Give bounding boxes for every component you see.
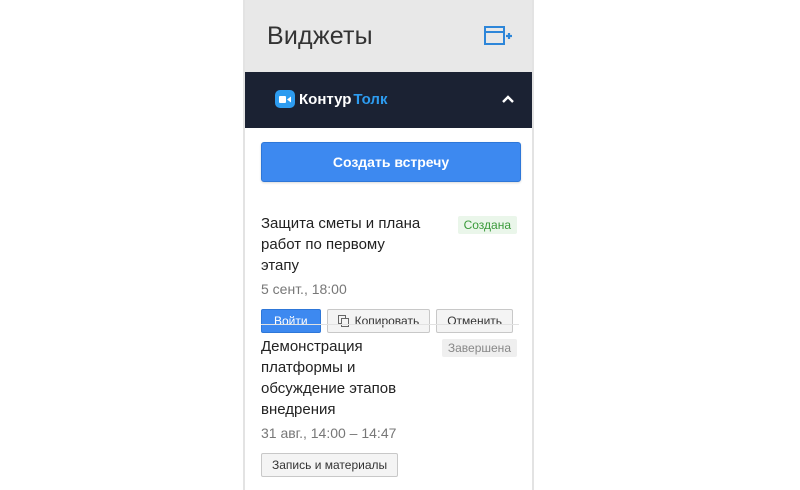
chevron-up-icon[interactable] xyxy=(500,92,516,106)
camera-icon xyxy=(275,90,295,108)
panel-header: Виджеты xyxy=(245,0,532,72)
status-badge: Создана xyxy=(457,216,517,234)
widgets-panel: Виджеты Контур Толк Создать встречу Защи… xyxy=(243,0,534,490)
page-title: Виджеты xyxy=(267,22,373,50)
add-widget-icon[interactable] xyxy=(484,24,512,48)
meeting-item: Демонстрация платформы и обсуждение этап… xyxy=(261,336,519,477)
divider xyxy=(261,324,519,325)
meeting-time: 5 сент., 18:00 xyxy=(261,281,347,297)
meeting-title: Демонстрация платформы и обсуждение этап… xyxy=(261,338,397,418)
copy-button[interactable]: Копировать xyxy=(326,309,431,333)
meeting-time: 31 авг., 14:00 – 14:47 xyxy=(261,425,397,441)
status-badge: Завершена xyxy=(441,339,517,357)
copy-button-label: Копировать xyxy=(354,314,420,328)
kontur-tolk-widget-header[interactable]: Контур Толк xyxy=(245,72,532,128)
records-and-materials-button[interactable]: Запись и материалы xyxy=(261,453,399,477)
meeting-actions: Войти Копировать Отменить xyxy=(261,309,519,333)
kontur-tolk-logo: Контур Толк xyxy=(275,90,387,108)
cancel-button[interactable]: Отменить xyxy=(436,309,514,333)
meeting-actions: Запись и материалы xyxy=(261,453,519,477)
join-button[interactable]: Войти xyxy=(261,309,321,333)
meeting-item: Защита сметы и плана работ по первому эт… xyxy=(261,213,519,333)
logo-text-tolk: Толк xyxy=(353,90,388,108)
meeting-title: Защита сметы и плана работ по первому эт… xyxy=(261,215,421,274)
copy-icon xyxy=(337,315,349,327)
create-meeting-button[interactable]: Создать встречу xyxy=(261,142,521,182)
logo-text-kontur: Контур xyxy=(299,90,352,108)
